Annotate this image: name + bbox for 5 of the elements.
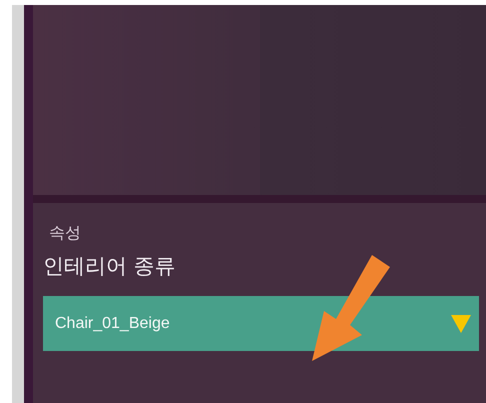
scrollbar[interactable] [12, 5, 24, 403]
field-label: 인테리어 종류 [43, 253, 177, 280]
panel-title: 속성 [48, 223, 82, 244]
dropdown-arrow-icon [451, 314, 471, 332]
dropdown[interactable]: Chair_01_Beige [43, 296, 479, 351]
